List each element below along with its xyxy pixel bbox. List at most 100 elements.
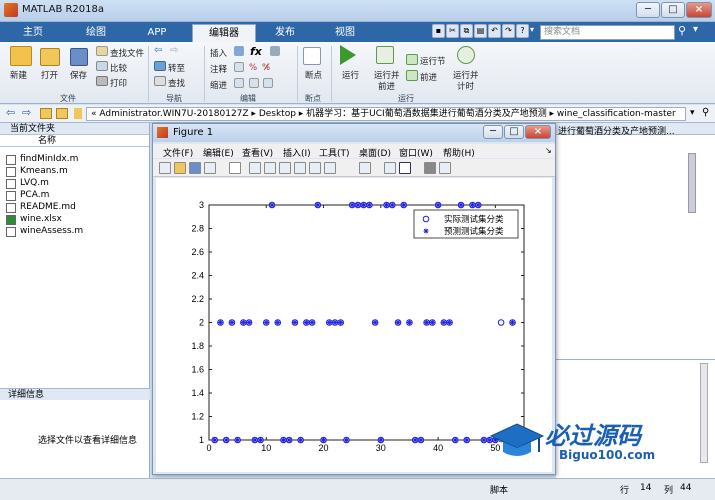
file-item[interactable]: PCA.m xyxy=(20,190,49,200)
tab-publish[interactable]: 发布 xyxy=(262,24,308,42)
run-advance-label-2[interactable]: 前进 xyxy=(378,80,395,92)
up-folder-icon[interactable] xyxy=(40,108,52,119)
indent-icon[interactable] xyxy=(234,78,244,88)
quick-save-icon[interactable]: ▪ xyxy=(432,24,445,38)
save-label[interactable]: 保存 xyxy=(70,69,87,81)
figure-close-button[interactable]: × xyxy=(525,125,551,139)
print-icon[interactable] xyxy=(96,76,108,86)
goto-icon[interactable] xyxy=(154,61,166,71)
insert-icon[interactable] xyxy=(234,46,244,56)
find-label[interactable]: 查找 xyxy=(168,77,185,89)
menu-edit[interactable]: 编辑(E) xyxy=(203,146,234,159)
run-label[interactable]: 运行 xyxy=(342,69,359,81)
editor-scrollbar[interactable] xyxy=(688,153,696,213)
open-folder-icon[interactable] xyxy=(40,48,60,66)
find-icon[interactable] xyxy=(154,76,166,86)
run-icon[interactable] xyxy=(340,45,356,65)
open-icon[interactable] xyxy=(174,162,186,174)
menu-window[interactable]: 窗口(W) xyxy=(399,146,433,159)
current-path[interactable]: « Administrator.WIN7U-20180127Z ▸ Deskto… xyxy=(86,107,686,121)
menu-file[interactable]: 文件(F) xyxy=(163,146,193,159)
save-icon[interactable] xyxy=(189,162,201,174)
filter-icon[interactable]: ▾ xyxy=(693,24,698,35)
file-item[interactable]: README.md xyxy=(20,202,76,212)
file-item[interactable]: Kmeans.m xyxy=(20,166,68,176)
save-disk-icon[interactable] xyxy=(70,48,88,66)
brush-icon[interactable] xyxy=(324,162,336,174)
compare-icon[interactable] xyxy=(96,61,108,71)
close-button[interactable]: × xyxy=(686,2,712,18)
quick-paste-icon[interactable]: ▤ xyxy=(474,24,487,38)
decrease-indent-icon[interactable] xyxy=(263,78,273,88)
comment-label[interactable]: 注释 xyxy=(210,63,227,75)
maximize-button[interactable]: □ xyxy=(661,2,685,18)
function-icon[interactable] xyxy=(270,46,280,56)
menu-help[interactable]: 帮助(H) xyxy=(443,146,475,159)
comment-toggle-icon[interactable]: %̸ xyxy=(262,63,270,73)
new-figure-icon[interactable] xyxy=(159,162,171,174)
open-label[interactable]: 打开 xyxy=(41,69,58,81)
tab-apps[interactable]: APP xyxy=(136,24,178,42)
new-file-icon[interactable] xyxy=(10,46,32,66)
tab-home[interactable]: 主页 xyxy=(14,24,52,42)
comment-icon[interactable] xyxy=(234,62,244,72)
tab-plots[interactable]: 绘图 xyxy=(72,24,120,42)
zoom-out-icon[interactable] xyxy=(264,162,276,174)
name-column-header[interactable]: 名称 xyxy=(0,135,149,147)
breakpoint-icon[interactable] xyxy=(303,47,321,65)
pan-icon[interactable] xyxy=(279,162,291,174)
file-item[interactable]: findMinIdx.m xyxy=(20,154,78,164)
compare-label[interactable]: 比较 xyxy=(110,62,127,74)
back-arrow-icon[interactable]: ⇦ xyxy=(154,45,162,56)
minimize-button[interactable]: ─ xyxy=(636,2,660,18)
back-icon[interactable]: ⇦ xyxy=(6,106,15,119)
menu-insert[interactable]: 插入(I) xyxy=(283,146,311,159)
run-time-label-2[interactable]: 计时 xyxy=(457,80,474,92)
data-cursor-icon[interactable] xyxy=(309,162,321,174)
hide-plot-tools-icon[interactable] xyxy=(424,162,436,174)
breakpoint-label[interactable]: 断点 xyxy=(305,69,322,81)
file-item[interactable]: LVQ.m xyxy=(20,178,49,188)
run-section-label[interactable]: 运行节 xyxy=(420,55,446,67)
help-icon[interactable]: ? xyxy=(516,24,529,38)
forward-icon[interactable]: ⇨ xyxy=(22,106,31,119)
run-section-icon[interactable] xyxy=(406,54,418,65)
file-item[interactable]: wine.xlsx xyxy=(20,214,62,224)
fx-icon[interactable]: fx xyxy=(250,45,262,58)
print-figure-icon[interactable] xyxy=(204,162,216,174)
figure-maximize-button[interactable]: □ xyxy=(504,125,524,139)
link-plot-icon[interactable] xyxy=(359,162,371,174)
menu-view[interactable]: 查看(V) xyxy=(242,146,273,159)
advance-label[interactable]: 前进 xyxy=(420,71,437,83)
command-scrollbar[interactable] xyxy=(700,363,708,463)
quick-cut-icon[interactable]: ✂ xyxy=(446,24,459,38)
find-files-icon[interactable] xyxy=(96,46,108,56)
insert-label[interactable]: 插入 xyxy=(210,47,227,59)
menu-dock-icon[interactable]: ↘ xyxy=(545,146,552,155)
indent-label[interactable]: 缩进 xyxy=(210,79,227,91)
figure-minimize-button[interactable]: ─ xyxy=(483,125,503,139)
run-advance-icon[interactable] xyxy=(376,46,394,64)
search-icon[interactable]: ⚲ xyxy=(678,24,686,37)
percent-icon[interactable]: % xyxy=(249,63,257,73)
zoom-in-icon[interactable] xyxy=(249,162,261,174)
menu-tools[interactable]: 工具(T) xyxy=(319,146,350,159)
quick-copy-icon[interactable]: ⧉ xyxy=(460,24,473,38)
search-path-icon[interactable]: ⚲ xyxy=(702,107,709,118)
quick-undo-icon[interactable]: ↶ xyxy=(488,24,501,38)
print-label[interactable]: 打印 xyxy=(110,77,127,89)
tab-editor[interactable]: 编辑器 xyxy=(192,24,256,42)
dropdown-arrow-icon[interactable]: ▾ xyxy=(530,25,538,39)
legend-icon[interactable] xyxy=(399,162,411,174)
search-docs-input[interactable]: 搜索文档 xyxy=(540,25,675,40)
advance-icon[interactable] xyxy=(406,70,418,81)
menu-desktop[interactable]: 桌面(D) xyxy=(359,146,391,159)
find-files-label[interactable]: 查找文件 xyxy=(110,47,144,59)
smart-indent-icon[interactable] xyxy=(249,78,259,88)
new-label[interactable]: 新建 xyxy=(10,69,27,81)
path-dropdown-icon[interactable]: ▾ xyxy=(690,108,695,118)
goto-label[interactable]: 转至 xyxy=(168,62,185,74)
tab-view[interactable]: 视图 xyxy=(322,24,368,42)
browse-folder-icon[interactable] xyxy=(56,108,68,119)
rotate-icon[interactable] xyxy=(294,162,306,174)
